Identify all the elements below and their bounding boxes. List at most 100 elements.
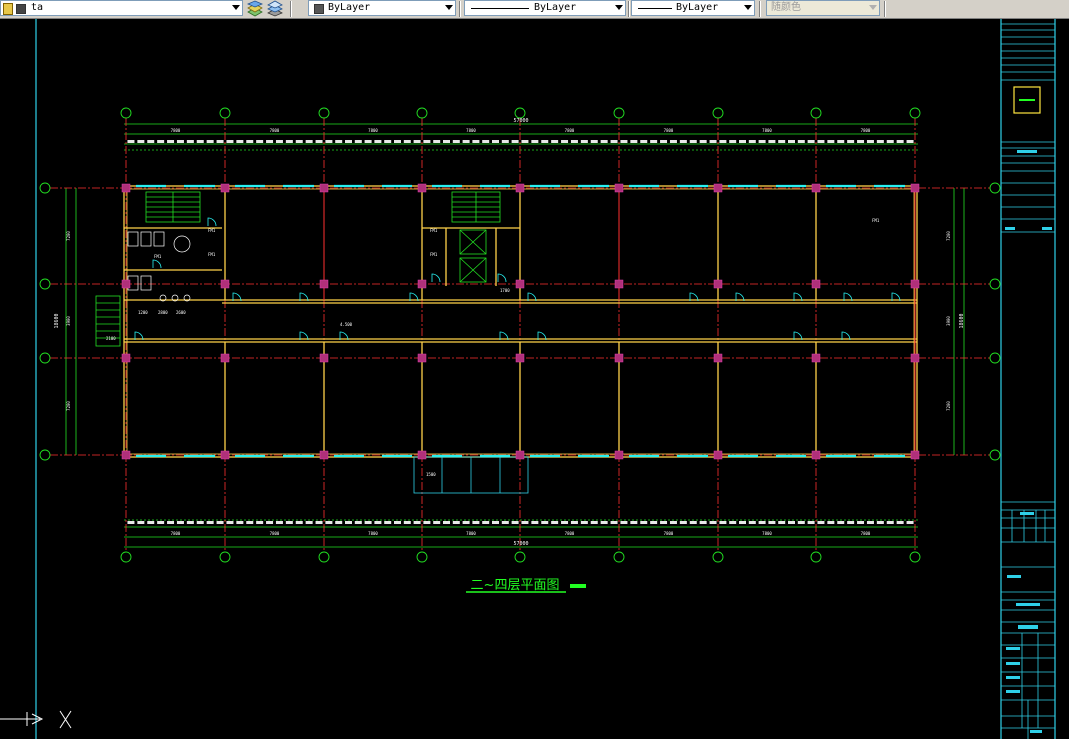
column bbox=[713, 450, 723, 460]
color-swatch bbox=[314, 4, 324, 14]
dimension-tick-text bbox=[600, 140, 608, 143]
doors bbox=[134, 217, 901, 341]
dimension-tick-text bbox=[413, 521, 421, 524]
dimension-tick-text bbox=[660, 140, 668, 143]
dimension-tick-text bbox=[719, 521, 727, 524]
dimension-tick-text bbox=[413, 140, 421, 143]
layer-previous-icon[interactable] bbox=[246, 0, 264, 17]
dimension-tick-text bbox=[167, 140, 175, 143]
column bbox=[121, 450, 131, 460]
dimension-tick-text bbox=[127, 521, 135, 524]
dimension-tick-text bbox=[433, 140, 441, 143]
dimension-tick-text bbox=[176, 521, 184, 524]
toolbar-separator bbox=[290, 1, 292, 17]
dimension-tick-text bbox=[807, 521, 815, 524]
dim-label: 2600 bbox=[176, 310, 186, 315]
dimension-tick-text bbox=[640, 140, 648, 143]
linetype-combobox[interactable]: ByLayer bbox=[464, 0, 626, 16]
bay-dimension: 7800 bbox=[368, 128, 378, 133]
dimension-tick-text bbox=[266, 521, 274, 524]
overall-dimension-top: 57000 bbox=[513, 118, 528, 124]
column bbox=[515, 353, 525, 363]
dimension-tick-text bbox=[345, 521, 352, 524]
dimension-tick-text bbox=[501, 140, 509, 143]
dimension-tick-text bbox=[196, 140, 204, 143]
dimension-tick-text bbox=[699, 521, 707, 524]
dimension-tick-text bbox=[847, 140, 855, 143]
dimension-tick-text bbox=[541, 521, 549, 524]
dimension-tick-text bbox=[541, 140, 549, 143]
column bbox=[713, 279, 723, 289]
dimension-tick-text bbox=[295, 521, 303, 524]
column bbox=[811, 450, 821, 460]
title-block bbox=[1001, 23, 1055, 739]
dimension-tick-text bbox=[147, 140, 155, 143]
dimension-tick-text bbox=[295, 140, 303, 143]
room-tag: FM1 bbox=[208, 252, 216, 257]
dimension-tick-text bbox=[797, 521, 805, 524]
dimension-tick-text bbox=[374, 140, 382, 143]
bay-dimension: 7800 bbox=[171, 531, 181, 536]
dimension-tick-text bbox=[570, 140, 578, 143]
side-total-left: 18600 bbox=[54, 313, 60, 328]
dimension-tick-text bbox=[866, 140, 874, 143]
lineweight-value: ByLayer bbox=[676, 2, 719, 13]
dimension-tick-text bbox=[275, 521, 283, 524]
dimension-tick-text bbox=[423, 521, 431, 524]
dimension-tick-text bbox=[817, 521, 825, 524]
plan-title: 二~四层平面图 bbox=[471, 578, 560, 593]
dimension-tick-text bbox=[315, 521, 323, 524]
dimension-tick-text bbox=[827, 521, 835, 524]
chevron-down-icon bbox=[445, 5, 453, 10]
dimension-tick-text bbox=[906, 140, 914, 143]
door bbox=[207, 217, 217, 227]
layer-combobox[interactable]: ta bbox=[0, 0, 243, 16]
dimension-tick-text bbox=[729, 140, 737, 143]
dimension-tick-text bbox=[886, 140, 894, 143]
dimension-tick-text bbox=[886, 521, 894, 524]
dimension-tick-text bbox=[482, 140, 490, 143]
bay-dimension: 7800 bbox=[762, 128, 772, 133]
dimension-tick-text bbox=[462, 521, 470, 524]
dimension-tick-text bbox=[226, 140, 234, 143]
dimension-tick-text bbox=[748, 521, 756, 524]
dimension-tick-text bbox=[600, 521, 608, 524]
dimension-tick-text bbox=[216, 140, 224, 143]
dimension-tick-text bbox=[650, 521, 658, 524]
dimension-tick-text bbox=[403, 140, 411, 143]
plotstyle-value: 随颜色 bbox=[771, 2, 801, 13]
dimension-tick-text bbox=[176, 140, 184, 143]
dimension-tick-text bbox=[266, 140, 274, 143]
dimension-tick-text bbox=[216, 521, 224, 524]
column bbox=[515, 279, 525, 289]
dimension-tick-text bbox=[827, 140, 835, 143]
dimension-tick-text bbox=[236, 521, 244, 524]
lineweight-combobox[interactable]: ByLayer bbox=[631, 0, 755, 16]
dimension-tick-text bbox=[739, 521, 746, 524]
dimension-tick-text bbox=[551, 140, 559, 143]
layer-manager-icon[interactable] bbox=[266, 0, 284, 17]
dimension-tick-text bbox=[580, 140, 588, 143]
dimension-tick-text bbox=[689, 521, 697, 524]
dimension-tick-text bbox=[620, 140, 628, 143]
dimension-tick-text bbox=[127, 140, 135, 143]
column bbox=[121, 183, 131, 193]
linetype-value: ByLayer bbox=[534, 2, 577, 13]
axis-grid bbox=[50, 118, 990, 552]
side-dimension: 3900 bbox=[946, 316, 951, 326]
walls bbox=[123, 185, 918, 458]
dimension-tick-text bbox=[492, 140, 499, 143]
dimension-tick-text bbox=[335, 140, 343, 143]
column bbox=[910, 450, 920, 460]
dimension-tick-text bbox=[551, 521, 559, 524]
column bbox=[417, 183, 427, 193]
dimension-tick-text bbox=[511, 521, 519, 524]
color-combobox[interactable]: ByLayer bbox=[308, 0, 456, 16]
room-tags: FM1 FM1 FM1 FM1 FM1 FM1 4.500 2100 1200 … bbox=[106, 218, 880, 477]
dimension-tick-text bbox=[256, 140, 264, 143]
dimension-tick-text bbox=[610, 140, 618, 143]
drawing-area[interactable]: 7800 7800 7800 7800 7800 7800 7800 7800 7800 7800… bbox=[0, 19, 1069, 739]
dimension-tick-text bbox=[847, 521, 855, 524]
column bbox=[614, 183, 624, 193]
toolbar-separator bbox=[884, 1, 886, 17]
